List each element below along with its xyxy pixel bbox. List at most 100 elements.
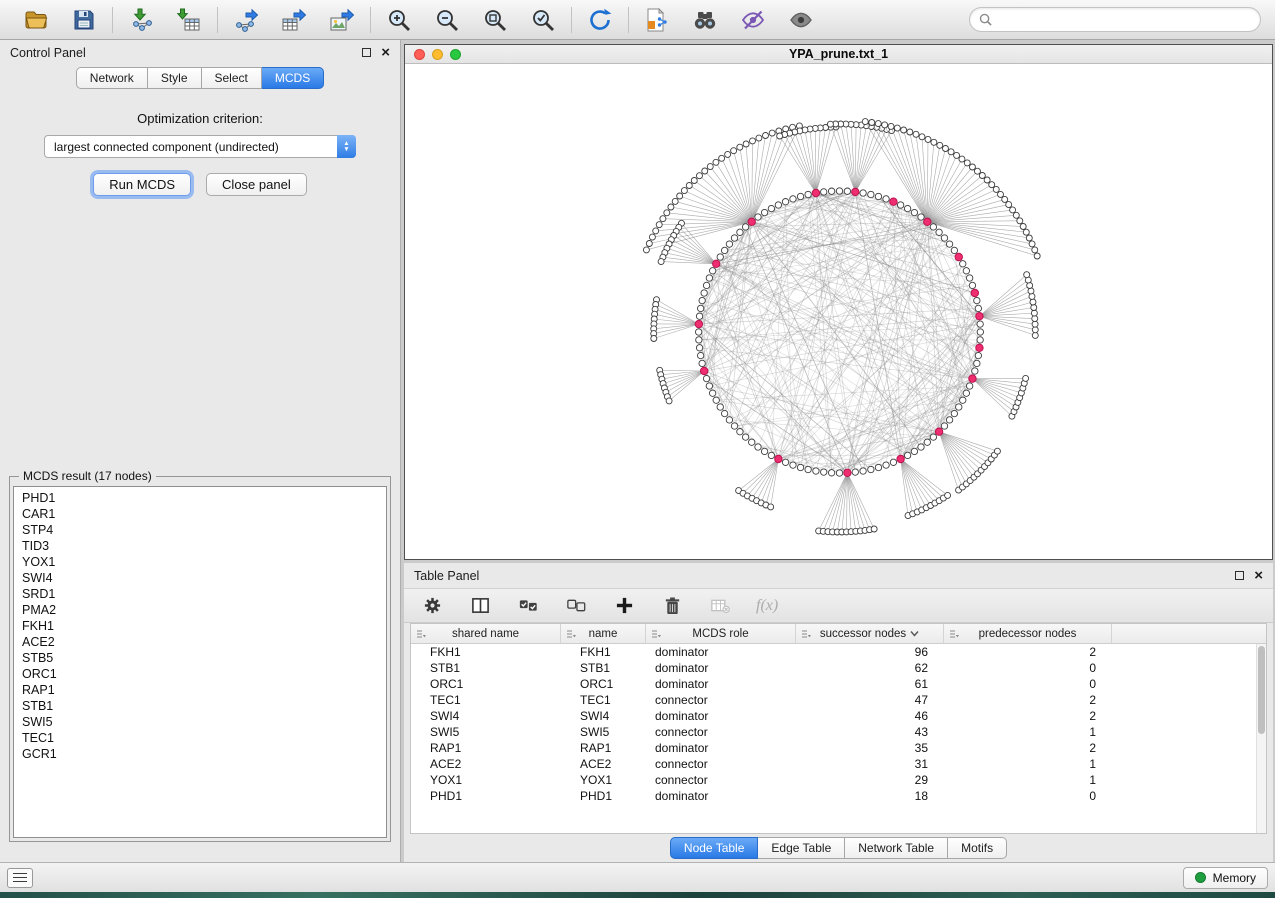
mcds-result-item[interactable]: ORC1 — [22, 666, 386, 682]
minimize-window-button[interactable] — [432, 49, 443, 60]
show-all-button[interactable] — [786, 5, 816, 35]
table-row[interactable]: STB1STB1dominator620 — [411, 660, 1266, 676]
export-image-button[interactable] — [327, 5, 357, 35]
table-scrollbar[interactable] — [1256, 644, 1266, 833]
export-table-button[interactable] — [279, 5, 309, 35]
close-panel-button[interactable]: Close panel — [206, 173, 307, 196]
zoom-selected-button[interactable] — [528, 5, 558, 35]
export-network-button[interactable] — [231, 5, 261, 35]
tab-network-table[interactable]: Network Table — [845, 837, 948, 859]
zoom-fit-button[interactable] — [480, 5, 510, 35]
search-field[interactable] — [969, 7, 1261, 32]
table-row[interactable]: ACE2ACE2connector311 — [411, 756, 1266, 772]
sort-icon — [801, 629, 811, 639]
float-table-panel-icon[interactable] — [1235, 571, 1244, 580]
table-row[interactable]: TEC1TEC1connector472 — [411, 692, 1266, 708]
mcds-result-item[interactable]: PHD1 — [22, 490, 386, 506]
close-table-panel-icon[interactable]: × — [1254, 571, 1263, 581]
hide-selected-button[interactable] — [738, 5, 768, 35]
table-options-button[interactable] — [420, 594, 444, 618]
status-menu-button[interactable] — [7, 868, 33, 888]
mcds-result-item[interactable]: PMA2 — [22, 602, 386, 618]
network-canvas[interactable] — [405, 64, 1272, 559]
import-network-button[interactable] — [126, 5, 156, 35]
run-mcds-button[interactable]: Run MCDS — [93, 173, 191, 196]
zoom-in-button[interactable] — [384, 5, 414, 35]
tab-style[interactable]: Style — [148, 67, 202, 89]
mcds-result-item[interactable]: SRD1 — [22, 586, 386, 602]
cell-shared-name: ORC1 — [411, 677, 561, 691]
mcds-result-item[interactable]: GCR1 — [22, 746, 386, 762]
network-window-titlebar[interactable]: YPA_prune.txt_1 — [405, 45, 1272, 64]
mcds-result-item[interactable]: RAP1 — [22, 682, 386, 698]
column-header-mcds-role[interactable]: MCDS role — [646, 624, 796, 643]
table-row[interactable]: PHD1PHD1dominator180 — [411, 788, 1266, 804]
search-input[interactable] — [998, 13, 1251, 27]
tab-edge-table[interactable]: Edge Table — [758, 837, 845, 859]
network-graph[interactable] — [405, 64, 1272, 559]
close-window-button[interactable] — [414, 49, 425, 60]
scrollbar-thumb[interactable] — [1258, 646, 1265, 734]
cell-name: RAP1 — [561, 741, 646, 755]
cell-shared-name: SWI4 — [411, 709, 561, 723]
import-table-button[interactable] — [174, 5, 204, 35]
column-header-name[interactable]: name — [561, 624, 646, 643]
memory-button[interactable]: Memory — [1183, 867, 1268, 889]
optimization-criterion-select[interactable]: largest connected component (undirected)… — [44, 135, 356, 158]
table-row[interactable]: RAP1RAP1dominator352 — [411, 740, 1266, 756]
table-row[interactable]: SWI4SWI4dominator462 — [411, 708, 1266, 724]
float-panel-icon[interactable] — [362, 48, 371, 57]
open-file-button[interactable] — [21, 5, 51, 35]
import-table-disabled-button — [708, 594, 732, 618]
find-button[interactable] — [690, 5, 720, 35]
save-session-button[interactable] — [69, 5, 99, 35]
table-disabled-icon — [711, 596, 730, 615]
eye-icon — [788, 7, 814, 33]
table-row[interactable]: YOX1YOX1connector291 — [411, 772, 1266, 788]
mcds-result-item[interactable]: STB1 — [22, 698, 386, 714]
unselect-all-rows-button[interactable] — [564, 594, 588, 618]
tab-motifs[interactable]: Motifs — [948, 837, 1007, 859]
tab-mcds[interactable]: MCDS — [262, 67, 324, 89]
tab-network[interactable]: Network — [76, 67, 148, 89]
mcds-result-item[interactable]: STB5 — [22, 650, 386, 666]
table-rows: FKH1FKH1dominator962STB1STB1dominator620… — [411, 644, 1266, 804]
close-panel-icon[interactable]: × — [381, 48, 390, 58]
maximize-window-button[interactable] — [450, 49, 461, 60]
table-row[interactable]: SWI5SWI5connector431 — [411, 724, 1266, 740]
sort-icon — [566, 629, 576, 639]
tab-select[interactable]: Select — [202, 67, 262, 89]
tab-node-table[interactable]: Node Table — [670, 837, 759, 859]
cell-shared-name: FKH1 — [411, 645, 561, 659]
delete-rows-button[interactable] — [660, 594, 684, 618]
column-header-shared-name[interactable]: shared name — [411, 624, 561, 643]
memory-status-icon — [1195, 872, 1206, 883]
mcds-result-title: MCDS result (17 nodes) — [19, 469, 156, 483]
column-header-predecessor-nodes[interactable]: predecessor nodes — [944, 624, 1112, 643]
add-row-button[interactable] — [612, 594, 636, 618]
mcds-result-item[interactable]: ACE2 — [22, 634, 386, 650]
sort-icon — [651, 629, 661, 639]
mcds-result-item[interactable]: YOX1 — [22, 554, 386, 570]
mcds-result-item[interactable]: TID3 — [22, 538, 386, 554]
mcds-result-item[interactable]: FKH1 — [22, 618, 386, 634]
cell-successor-nodes: 29 — [796, 773, 944, 787]
mcds-result-list[interactable]: PHD1CAR1STP4TID3YOX1SWI4SRD1PMA2FKH1ACE2… — [13, 486, 387, 838]
mcds-result-item[interactable]: SWI5 — [22, 714, 386, 730]
cell-name: FKH1 — [561, 645, 646, 659]
select-all-rows-button[interactable] — [516, 594, 540, 618]
zoom-out-button[interactable] — [432, 5, 462, 35]
cell-shared-name: SWI5 — [411, 725, 561, 739]
mcds-result-item[interactable]: SWI4 — [22, 570, 386, 586]
share-document-button[interactable] — [642, 5, 672, 35]
apply-layout-button[interactable] — [585, 5, 615, 35]
cell-shared-name: STB1 — [411, 661, 561, 675]
mcds-result-item[interactable]: TEC1 — [22, 730, 386, 746]
mcds-result-item[interactable]: STP4 — [22, 522, 386, 538]
cell-name: ACE2 — [561, 757, 646, 771]
mcds-result-item[interactable]: CAR1 — [22, 506, 386, 522]
table-row[interactable]: ORC1ORC1dominator610 — [411, 676, 1266, 692]
show-columns-button[interactable] — [468, 594, 492, 618]
column-header-successor-nodes[interactable]: successor nodes — [796, 624, 944, 643]
table-row[interactable]: FKH1FKH1dominator962 — [411, 644, 1266, 660]
